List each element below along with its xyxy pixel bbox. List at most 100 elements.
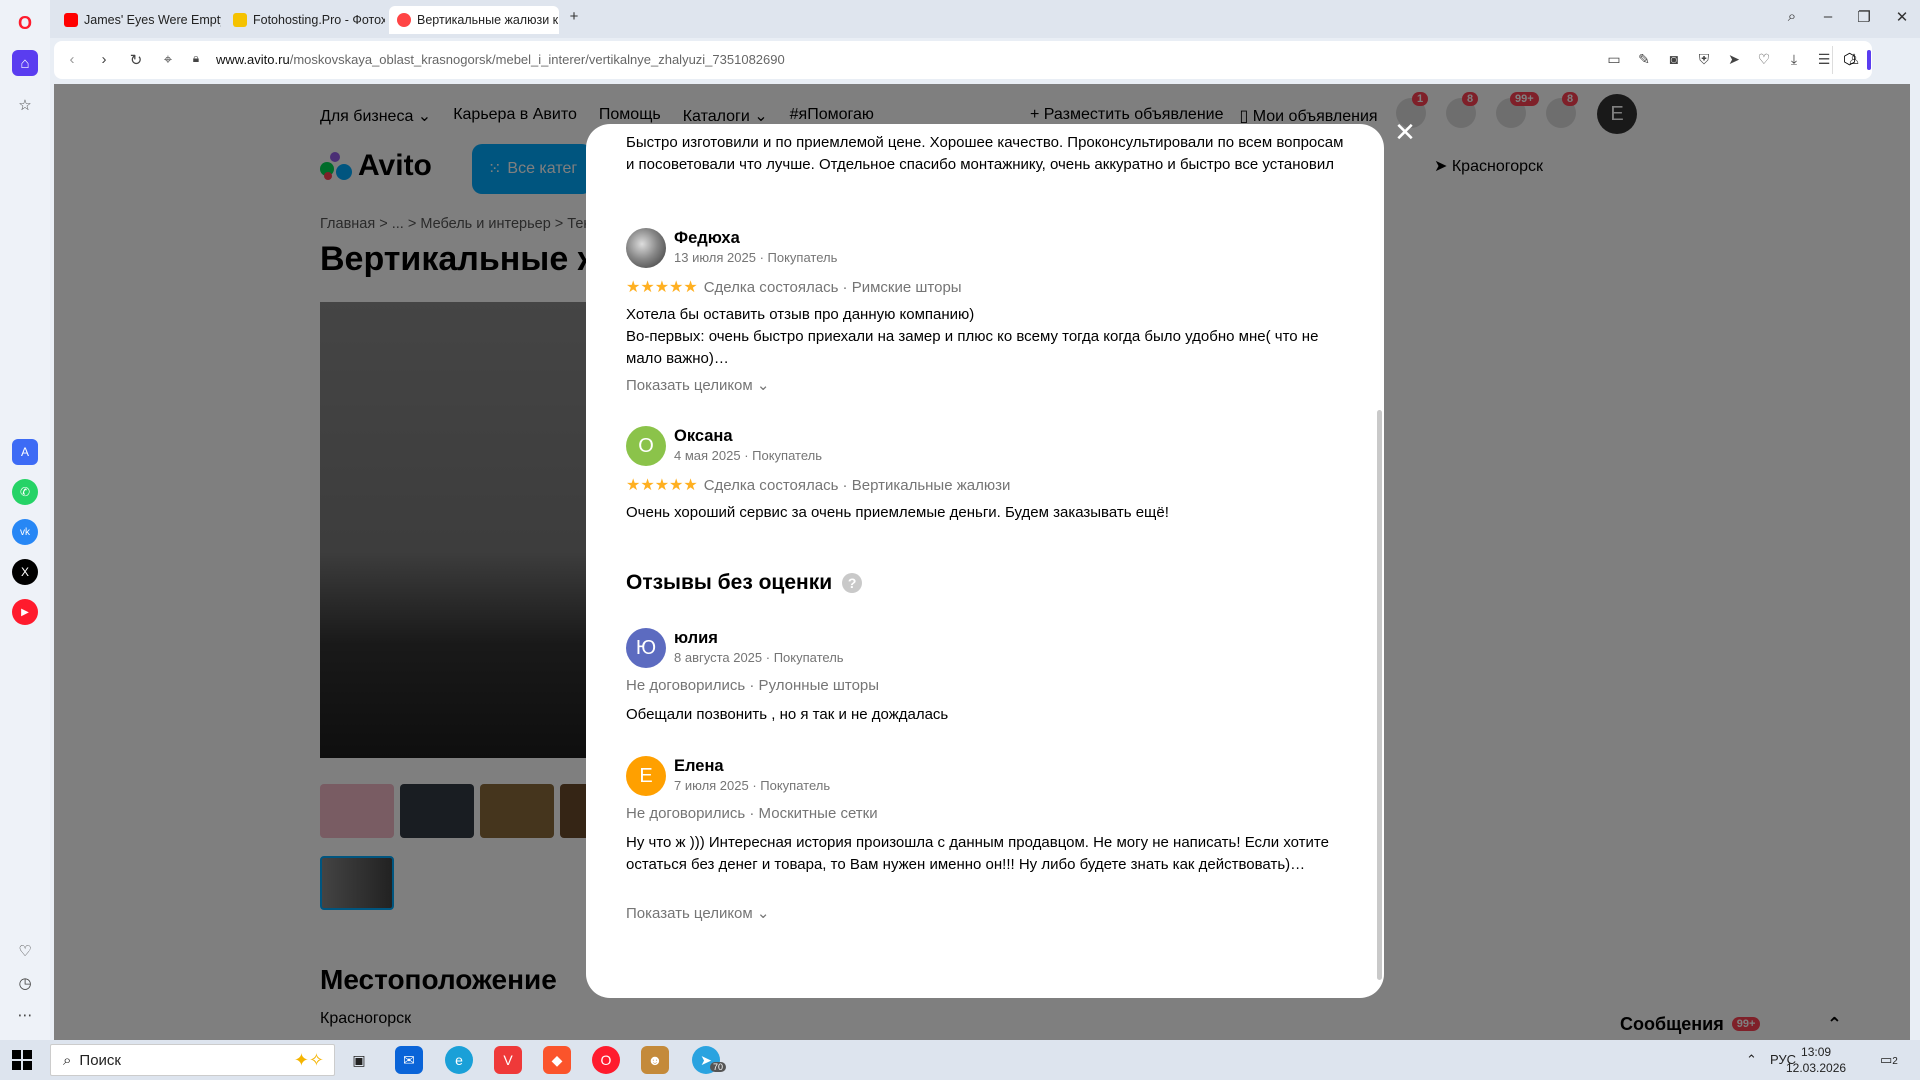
my-ads-link[interactable]: ▯ Мои объявления — [1240, 106, 1378, 126]
game-icon[interactable]: ☻ — [641, 1046, 669, 1074]
extensions-button[interactable]: ⬡ — [1832, 46, 1871, 74]
download-icon[interactable]: ⤓ — [1784, 51, 1804, 68]
more-icon[interactable]: ⋯ — [12, 1002, 38, 1028]
review-body: Обещали позвонить , но я так и не дождал… — [626, 706, 949, 723]
opera-icon[interactable]: O — [12, 10, 38, 36]
reviews-scroll[interactable]: Быстро изготовили и по приемлемой цене. … — [586, 124, 1384, 998]
player-icon[interactable]: ▶ — [12, 599, 38, 625]
search-icon[interactable]: ⌕ — [1778, 8, 1806, 25]
avito-logo[interactable]: Avito — [320, 149, 432, 183]
windows-start-icon[interactable] — [12, 1050, 32, 1070]
x-icon[interactable]: X — [12, 559, 38, 585]
edit-icon[interactable]: ✎ — [1634, 51, 1654, 68]
menu-icon[interactable]: ☰ — [1814, 51, 1834, 68]
close-icon[interactable]: ✕ — [1393, 119, 1417, 145]
star-icon[interactable]: ☆ — [12, 92, 38, 118]
edge-icon[interactable]: e — [445, 1046, 473, 1074]
url-field[interactable]: www.avito.ru/moskovskaya_oblast_krasnogo… — [216, 52, 785, 67]
tab-youtube[interactable]: James' Eyes Were Empty — [56, 6, 221, 34]
chat-icon[interactable]: 99+ — [1496, 92, 1539, 128]
copilot-sparkle-icon: ✦✧ — [293, 1049, 324, 1070]
reviewer-avatar — [626, 228, 666, 268]
thumbnail[interactable] — [480, 784, 554, 838]
outlook-icon[interactable]: ✉ — [395, 1046, 423, 1074]
nav-help-hashtag[interactable]: #яПомогаю — [790, 106, 874, 126]
reload-icon[interactable]: ↻ — [126, 51, 146, 69]
chevron-up-icon[interactable]: ⌃ — [1827, 1014, 1842, 1035]
send-icon[interactable]: ➤ — [1724, 51, 1744, 68]
history-icon[interactable]: ◷ — [12, 970, 38, 996]
brave-icon[interactable]: ◆ — [543, 1046, 571, 1074]
review-deal-line: ★★★★★ Сделка состоялась · Вертикальные ж… — [626, 475, 1010, 495]
favorites-badge: 1 — [1412, 92, 1429, 106]
notifications-icon[interactable]: ▭2 — [1880, 1052, 1898, 1068]
telegram-badge: 70 — [710, 1062, 727, 1072]
close-icon[interactable]: ✕ — [1888, 8, 1916, 26]
clock[interactable]: 13:09 12.03.2026 — [1786, 1044, 1846, 1076]
heart-icon[interactable]: ♡ — [12, 938, 38, 964]
navigation-arrow-icon: ➤ — [1434, 158, 1452, 175]
help-icon[interactable]: ? — [842, 573, 863, 593]
bell-icon[interactable]: 8 — [1446, 92, 1479, 128]
notifications-badge: 8 — [1462, 92, 1479, 106]
camera-icon[interactable]: ◙ — [1664, 51, 1684, 67]
whatsapp-icon[interactable]: ✆ — [12, 479, 38, 505]
review-body: Очень хороший сервис за очень приемлемые… — [626, 504, 1169, 521]
vivaldi-icon[interactable]: V — [494, 1046, 522, 1074]
taskbar: ⌕ Поиск ✦✧ ▣ ✉ e V ◆ O ☻ ➤ 70 ⌃ РУС 13:0… — [0, 1040, 1920, 1080]
url-host: www.avito.ru — [216, 52, 290, 67]
show-full-button[interactable]: Показать целиком ⌄ — [626, 904, 769, 922]
clock-date: 12.03.2026 — [1786, 1061, 1847, 1075]
nav-catalogs[interactable]: Каталоги ⌄ — [683, 106, 768, 126]
home-icon[interactable]: ⌂ — [12, 50, 38, 76]
product-photo[interactable] — [320, 302, 590, 758]
messages-panel[interactable]: Сообщения 99+ ⌃ — [1606, 1002, 1856, 1040]
thumbnail[interactable] — [400, 784, 474, 838]
opera-icon[interactable]: O — [592, 1046, 620, 1074]
nav-help[interactable]: Помощь — [599, 106, 661, 126]
heart-icon[interactable]: ♡ — [1754, 51, 1774, 68]
review-item: Ю юлия 8 августа 2025 · Покупатель Не до… — [626, 628, 1346, 728]
location-top-label: Красногорск — [1451, 158, 1543, 175]
thumbnail[interactable] — [320, 784, 394, 838]
reviewer-avatar: Е — [626, 756, 666, 796]
all-categories-button[interactable]: ⁙ Все катег — [472, 144, 592, 194]
telegram-icon[interactable]: ➤ 70 — [692, 1046, 727, 1074]
review-deal: Сделка состоялась · Римские шторы — [703, 278, 962, 296]
modal-scrollbar[interactable] — [1377, 410, 1382, 980]
user-avatar[interactable]: Е — [1597, 94, 1637, 134]
tab-avito[interactable]: Вертикальные жалюзи к — [389, 6, 559, 34]
nav-career[interactable]: Карьера в Авито — [453, 106, 577, 126]
avito-logo-icon — [320, 152, 352, 180]
location-selector[interactable]: ➤ Красногорск — [1434, 156, 1543, 176]
review-meta: 13 июля 2025 · Покупатель — [674, 250, 838, 265]
back-icon[interactable]: ‹ — [62, 51, 82, 68]
reviewer-name: Федюха — [674, 229, 740, 247]
minimize-icon[interactable]: – — [1814, 8, 1842, 25]
task-view-icon[interactable]: ▣ — [345, 1046, 373, 1074]
location-icon[interactable]: ⌖ — [158, 51, 178, 68]
tab-bar: James' Eyes Were Empty Fotohosting.Pro -… — [50, 0, 1920, 38]
reader-icon[interactable]: ▭ — [1604, 51, 1624, 68]
forward-icon[interactable]: › — [94, 51, 114, 68]
new-tab-button[interactable]: + — [560, 8, 588, 25]
tab-fotohosting[interactable]: Fotohosting.Pro - Фотохо — [225, 6, 385, 34]
cube-icon: ⬡ — [1843, 51, 1857, 68]
thumbnail-active[interactable] — [320, 856, 394, 910]
post-ad-link[interactable]: + Разместить объявление — [1030, 106, 1224, 126]
review-meta: 7 июля 2025 · Покупатель — [674, 778, 831, 793]
cart-icon[interactable]: 8 — [1546, 92, 1579, 128]
vk-icon[interactable]: vk — [12, 519, 38, 545]
top-nav: Для бизнеса ⌄ Карьера в Авито Помощь Кат… — [320, 106, 874, 126]
review-body: Хотела бы оставить отзыв про данную комп… — [626, 306, 1319, 367]
taskbar-search[interactable]: ⌕ Поиск ✦✧ — [50, 1044, 335, 1076]
tab-title: James' Eyes Were Empty — [84, 13, 221, 27]
aria-icon[interactable]: A — [12, 439, 38, 465]
shield-icon[interactable]: ⛨ — [1694, 51, 1714, 68]
location-text: Красногорск — [320, 1010, 412, 1027]
nav-business[interactable]: Для бизнеса ⌄ — [320, 106, 431, 126]
chevron-up-icon[interactable]: ⌃ — [1746, 1052, 1757, 1068]
breadcrumb[interactable]: Главная > ... > Мебель и интерьер > Тек — [320, 216, 590, 232]
show-full-button[interactable]: Показать целиком ⌄ — [626, 376, 769, 394]
restore-icon[interactable]: ❐ — [1850, 8, 1878, 26]
